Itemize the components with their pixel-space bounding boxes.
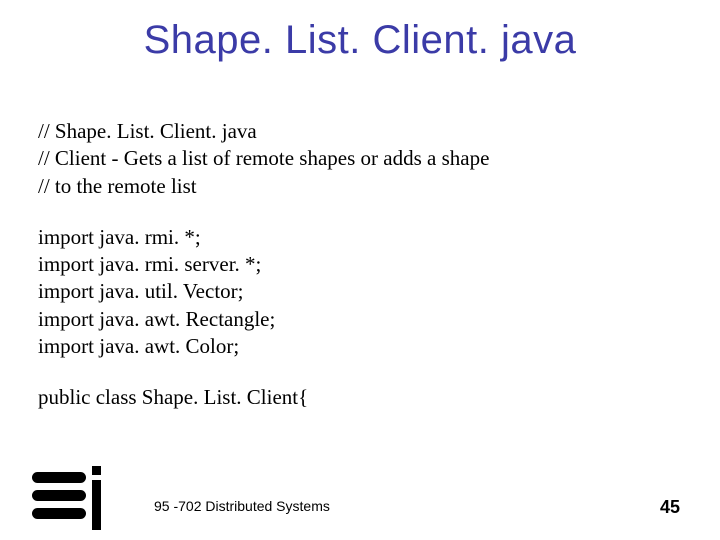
- code-line: import java. rmi. server. *;: [38, 251, 678, 278]
- footer-course: 95 -702 Distributed Systems: [154, 498, 330, 514]
- slide-body: // Shape. List. Client. java // Client -…: [38, 118, 678, 412]
- code-line: public class Shape. List. Client{: [38, 384, 678, 411]
- code-line: // Client - Gets a list of remote shapes…: [38, 145, 678, 172]
- slide-title: Shape. List. Client. java: [0, 18, 720, 63]
- code-line: // to the remote list: [38, 173, 678, 200]
- cmu-logo-icon: [32, 466, 112, 530]
- slide: Shape. List. Client. java // Shape. List…: [0, 0, 720, 540]
- comment-block: // Shape. List. Client. java // Client -…: [38, 118, 678, 200]
- code-line: import java. awt. Color;: [38, 333, 678, 360]
- class-declaration: public class Shape. List. Client{: [38, 384, 678, 411]
- import-block: import java. rmi. *; import java. rmi. s…: [38, 224, 678, 360]
- code-line: import java. rmi. *;: [38, 224, 678, 251]
- code-line: import java. util. Vector;: [38, 278, 678, 305]
- page-number: 45: [660, 497, 680, 518]
- code-line: // Shape. List. Client. java: [38, 118, 678, 145]
- code-line: import java. awt. Rectangle;: [38, 306, 678, 333]
